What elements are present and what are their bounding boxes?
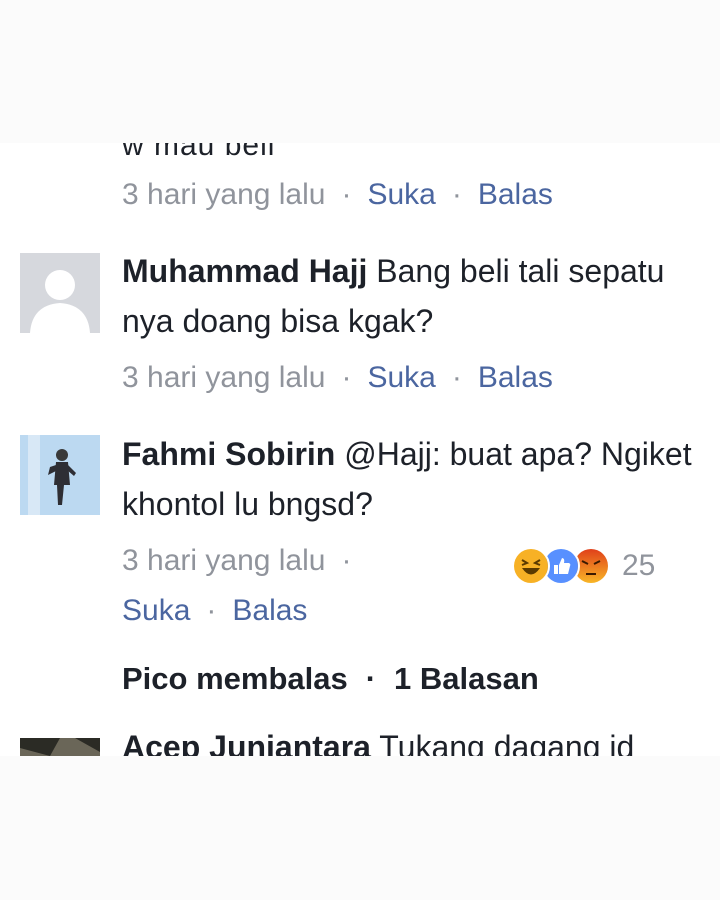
replies-author-text: Pico membalas <box>122 661 348 696</box>
separator-dot: · <box>341 544 352 577</box>
comment-body: Muhammad Hajj Bang beli tali sepatu nya … <box>122 246 692 346</box>
separator-dot: · <box>341 178 352 211</box>
default-profile-icon[interactable] <box>20 253 100 333</box>
reaction-summary[interactable]: 25 <box>512 546 655 586</box>
reply-link[interactable]: Balas <box>478 361 553 394</box>
comment-thread: w mau beli 3 hari yang lalu · Suka · Balas M… <box>0 143 720 756</box>
reaction-count: 25 <box>622 549 656 582</box>
user-photo-icon[interactable] <box>20 435 100 515</box>
replies-count: 1 Balasan <box>394 661 539 696</box>
separator-dot: · <box>365 661 377 696</box>
like-link[interactable]: Suka <box>367 361 435 394</box>
separator-dot: · <box>451 361 462 394</box>
previous-comment-meta: 3 hari yang lalu · Suka · Balas <box>122 178 553 212</box>
reply-link[interactable]: Balas <box>232 594 307 627</box>
comment-author[interactable]: Acep Juniantara <box>122 729 371 756</box>
comment-author[interactable]: Muhammad Hajj <box>122 253 367 289</box>
view-replies-link[interactable]: Pico membalas · 1 Balasan <box>122 661 539 697</box>
comment-text: Tukang dagang id <box>379 729 635 756</box>
comment-timestamp: 3 hari yang lalu <box>122 178 326 211</box>
like-link[interactable]: Suka <box>122 594 190 627</box>
reply-link[interactable]: Balas <box>478 178 553 211</box>
separator-dot: · <box>341 361 352 394</box>
comment-timestamp: 3 hari yang lalu <box>122 544 326 577</box>
haha-icon <box>512 547 550 585</box>
comment-meta: 3 hari yang lalu · Suka · Balas <box>122 361 553 395</box>
comment-body: Acep Juniantara Tukang dagang id <box>122 729 634 756</box>
comment-meta: 3 hari yang lalu · <box>122 544 367 578</box>
user-photo-icon[interactable] <box>20 738 100 756</box>
comment-actions: Suka · Balas <box>122 594 307 628</box>
separator-dot: · <box>206 594 217 627</box>
comment-body: Fahmi Sobirin @Hajj: buat apa? Ngiket kh… <box>122 429 692 529</box>
comment-author[interactable]: Fahmi Sobirin <box>122 436 335 472</box>
previous-comment-text: w mau beli <box>122 143 276 162</box>
comment-timestamp: 3 hari yang lalu <box>122 361 326 394</box>
separator-dot: · <box>451 178 462 211</box>
like-link[interactable]: Suka <box>367 178 435 211</box>
